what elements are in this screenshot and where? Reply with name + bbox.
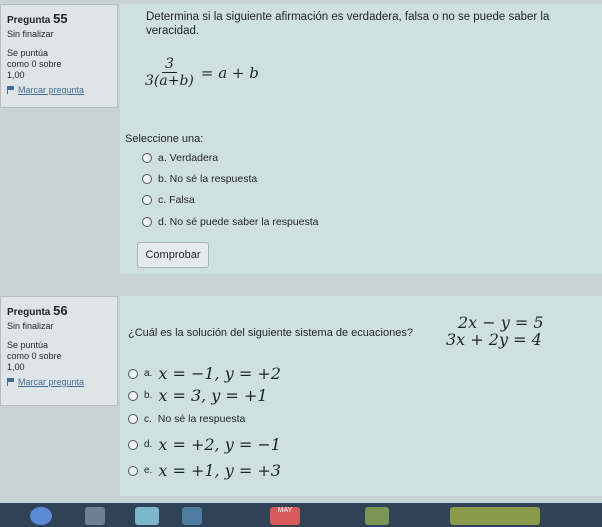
- q55-score-label: Se puntúa: [7, 48, 49, 58]
- q55-option-a-label: a. Verdadera: [158, 152, 219, 164]
- q55-flag-label: Marcar pregunta: [18, 85, 85, 95]
- q55-fraction: 3 3(a+b): [142, 56, 197, 89]
- q56-option-e-letter: e.: [144, 465, 153, 476]
- q56-option-b[interactable]: b. x = 3, y = +1: [128, 386, 268, 405]
- q55-fraction-num: 3: [161, 56, 177, 73]
- taskbar: MAY: [0, 503, 602, 527]
- book-icon[interactable]: [182, 507, 202, 525]
- q56-option-a-letter: a.: [144, 368, 153, 379]
- q55-option-b-label: b. No sé la respuesta: [158, 173, 258, 185]
- q55-option-d[interactable]: d. No sé puede saber la respuesta: [142, 216, 319, 228]
- radio-button[interactable]: [142, 195, 152, 205]
- q56-flag-label: Marcar pregunta: [18, 377, 85, 387]
- q55-option-b[interactable]: b. No sé la respuesta: [142, 173, 257, 185]
- radio-button[interactable]: [128, 465, 138, 476]
- q56-option-c-letter: c.: [144, 413, 152, 425]
- q56-stem: ¿Cuál es la solución del siguiente siste…: [128, 327, 413, 339]
- q55-expression-rhs: = a + b: [200, 63, 259, 82]
- q56-option-c[interactable]: c. No sé la respuesta: [128, 413, 245, 425]
- flag-icon: [7, 378, 15, 386]
- q56-option-d-text: x = +2, y = −1: [158, 435, 281, 454]
- q56-option-a[interactable]: a. x = −1, y = +2: [128, 364, 281, 383]
- q56-option-c-text: No sé la respuesta: [157, 413, 246, 425]
- q56-option-b-text: x = 3, y = +1: [158, 386, 268, 405]
- q56-option-b-letter: b.: [144, 390, 153, 401]
- calendar-icon[interactable]: MAY: [270, 507, 300, 525]
- q56-equation-2: 3x + 2y = 4: [446, 330, 542, 349]
- q55-status: Sin finalizar: [7, 29, 54, 39]
- grid-icon[interactable]: [365, 507, 389, 525]
- radio-button[interactable]: [128, 368, 138, 379]
- q56-status: Sin finalizar: [7, 321, 54, 331]
- q55-title: Pregunta 55: [7, 11, 68, 26]
- q55-expression: 3 3(a+b) = a + b: [142, 56, 259, 89]
- radio-button[interactable]: [142, 153, 152, 163]
- pencil-icon[interactable]: [135, 507, 159, 525]
- q55-info-panel: Pregunta 55 Sin finalizar Se puntúa como…: [0, 4, 118, 108]
- radio-button[interactable]: [128, 439, 138, 450]
- q55-fraction-den: 3(a+b): [145, 73, 194, 89]
- q55-option-d-label: d. No sé puede saber la respuesta: [158, 216, 319, 228]
- q56-info-panel: Pregunta 56 Sin finalizar Se puntúa como…: [0, 296, 118, 406]
- q56-score-line: como 0 sobre: [7, 351, 62, 361]
- radio-button[interactable]: [128, 390, 138, 401]
- q56-title: Pregunta 56: [7, 303, 68, 318]
- q56-flag-link[interactable]: Marcar pregunta: [7, 377, 111, 387]
- radio-button[interactable]: [142, 217, 152, 227]
- q55-option-a[interactable]: a. Verdadera: [142, 152, 218, 164]
- q56-score-max: 1,00: [7, 362, 25, 372]
- q56-score-label: Se puntúa: [7, 340, 49, 350]
- q56-option-a-text: x = −1, y = +2: [158, 364, 281, 383]
- q56-option-d[interactable]: d. x = +2, y = −1: [128, 435, 281, 454]
- calendar-month: MAY: [277, 507, 293, 514]
- q56-option-e[interactable]: e. x = +1, y = +3: [128, 461, 281, 480]
- q55-flag-link[interactable]: Marcar pregunta: [7, 85, 111, 95]
- rocket-icon[interactable]: [85, 507, 105, 525]
- radio-button[interactable]: [142, 174, 152, 184]
- rocket-icon[interactable]: [30, 507, 52, 525]
- q56-equation-1: 2x − y = 5: [458, 313, 544, 332]
- q56-equation-system: 2x − y = 5 3x + 2y = 4: [446, 314, 544, 348]
- q55-score-max: 1,00: [7, 70, 25, 80]
- check-button[interactable]: Comprobar: [137, 242, 209, 268]
- q55-content: Determina si la siguiente afirmación es …: [120, 4, 602, 274]
- q55-option-c[interactable]: c. Falsa: [142, 194, 195, 206]
- q55-score-line: como 0 sobre: [7, 59, 62, 69]
- q55-option-c-label: c. Falsa: [158, 194, 195, 206]
- q56-option-d-letter: d.: [144, 439, 153, 450]
- q56-content: ¿Cuál es la solución del siguiente siste…: [120, 296, 602, 496]
- radio-button[interactable]: [128, 414, 138, 424]
- q55-stem: Determina si la siguiente afirmación es …: [146, 11, 550, 37]
- q56-option-e-text: x = +1, y = +3: [158, 461, 281, 480]
- flag-icon: [7, 86, 15, 94]
- grid-icon[interactable]: [450, 507, 540, 525]
- q55-select-label: Seleccione una:: [125, 133, 204, 145]
